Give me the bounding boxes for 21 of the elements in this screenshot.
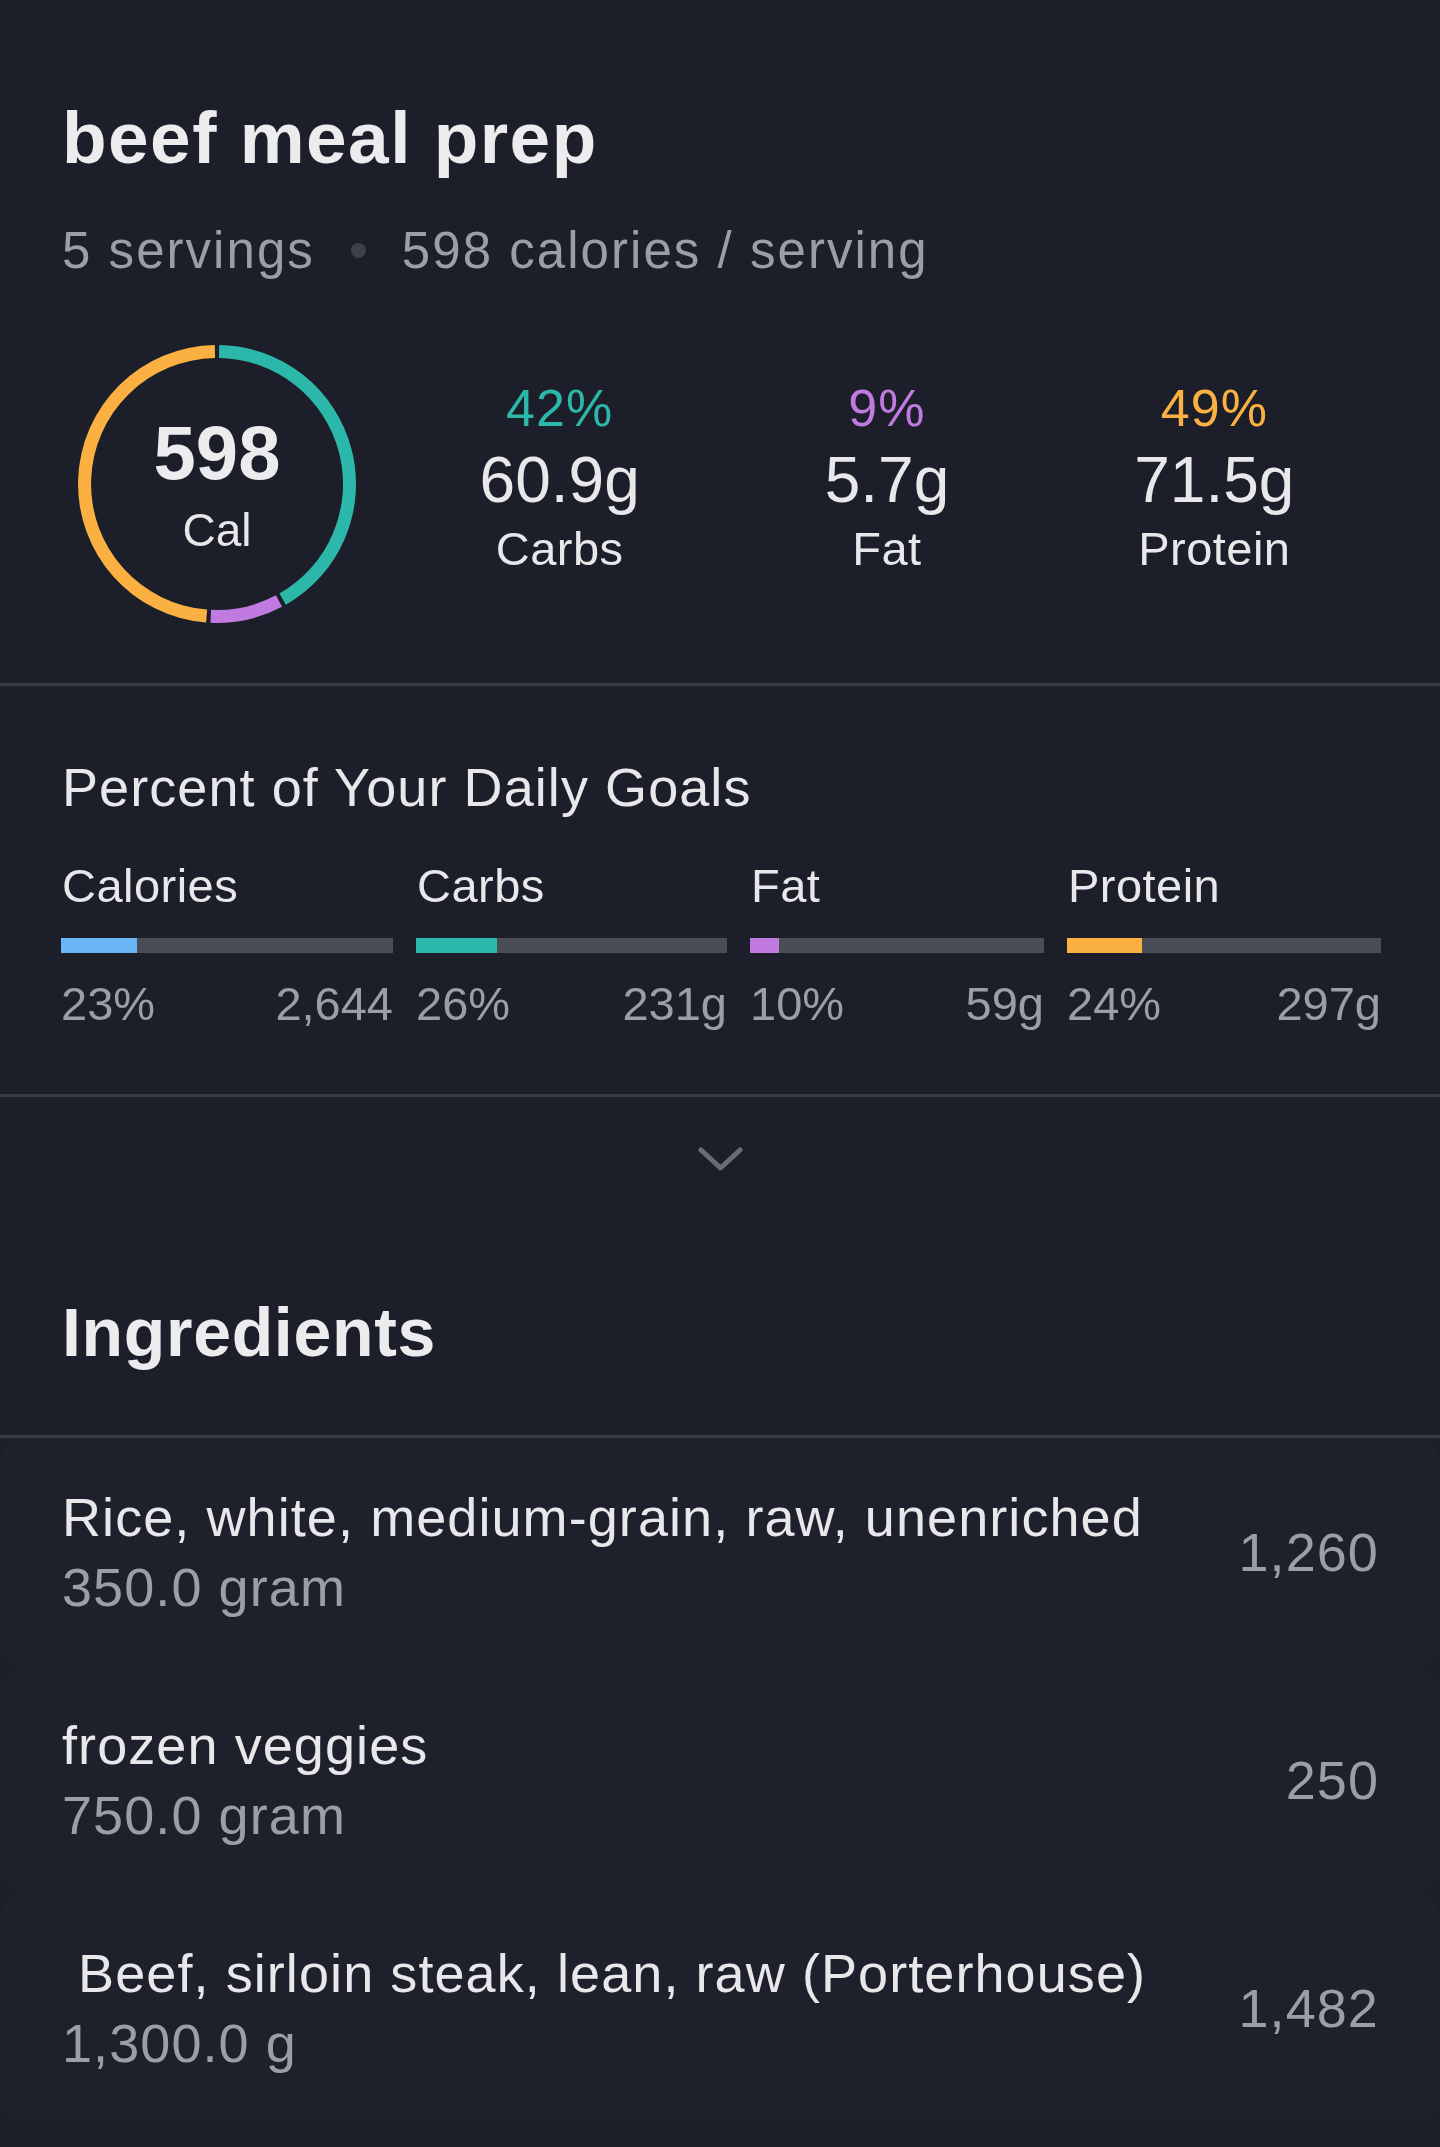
macro-label: Carbs bbox=[495, 525, 624, 572]
macro-percent: 49% bbox=[1160, 382, 1268, 434]
calorie-total: 598 bbox=[153, 415, 281, 491]
calorie-unit: Cal bbox=[182, 507, 252, 553]
goal-label: Carbs bbox=[417, 862, 545, 909]
goal-percent: 10% bbox=[750, 980, 845, 1027]
goal-percent: 24% bbox=[1067, 980, 1162, 1027]
ingredient-calories: 250 bbox=[1285, 1753, 1379, 1807]
macro-label: Protein bbox=[1138, 525, 1291, 572]
macro-label: Fat bbox=[852, 525, 922, 572]
ingredient-calories: 1,482 bbox=[1238, 1981, 1379, 2035]
ingredient-calories: 1,260 bbox=[1238, 1525, 1379, 1579]
goal-label: Fat bbox=[751, 862, 821, 909]
goal-label: Calories bbox=[62, 862, 239, 909]
goal-target: 2,644 bbox=[275, 980, 393, 1027]
goal-label: Protein bbox=[1068, 862, 1221, 909]
chevron-icon[interactable] bbox=[697, 1147, 743, 1172]
macro-percent: 42% bbox=[506, 382, 614, 434]
goal-percent: 26% bbox=[416, 980, 511, 1027]
goal-percent: 23% bbox=[61, 980, 156, 1027]
macro-percent: 9% bbox=[848, 382, 926, 434]
